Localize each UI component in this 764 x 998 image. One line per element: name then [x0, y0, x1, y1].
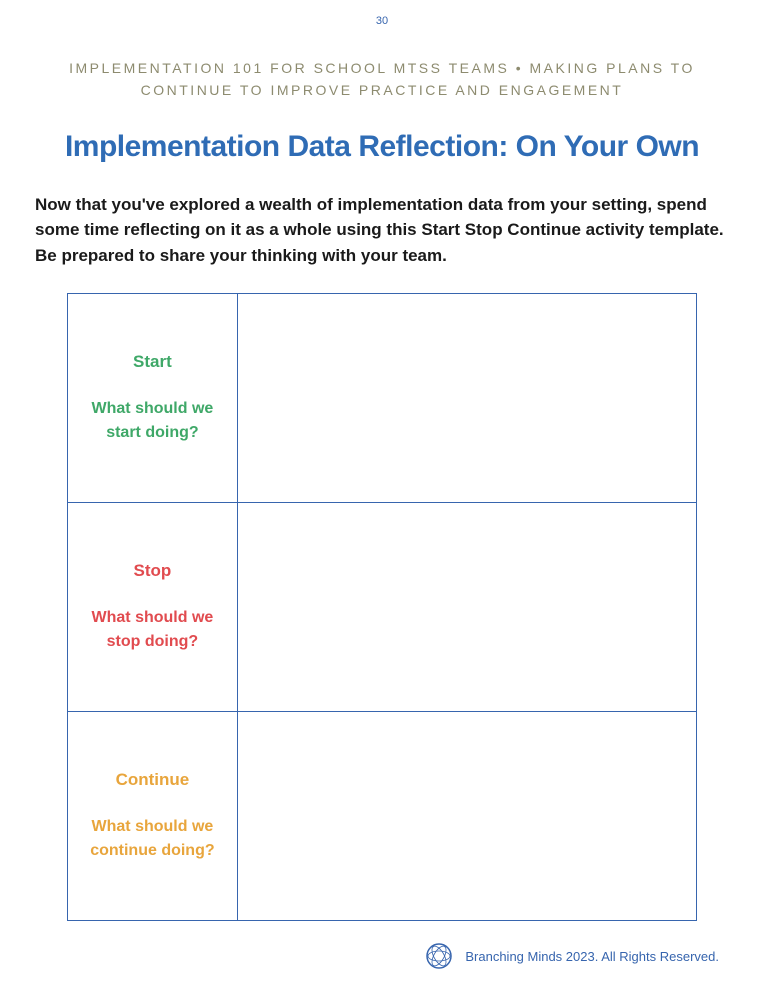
- header-label: IMPLEMENTATION 101 FOR SCHOOL MTSS TEAMS…: [35, 57, 729, 102]
- main-title: Implementation Data Reflection: On Your …: [35, 130, 729, 164]
- start-label-cell: Start What should we start doing?: [68, 294, 238, 503]
- stop-label: Stop: [78, 561, 227, 581]
- footer: Branching Minds 2023. All Rights Reserve…: [425, 942, 719, 970]
- footer-text: Branching Minds 2023. All Rights Reserve…: [465, 949, 719, 964]
- activity-table: Start What should we start doing? Stop W…: [67, 293, 697, 921]
- table-row-continue: Continue What should we continue doing?: [68, 712, 697, 921]
- intro-text: Now that you've explored a wealth of imp…: [35, 192, 729, 269]
- start-question: What should we start doing?: [78, 397, 227, 445]
- table-row-start: Start What should we start doing?: [68, 294, 697, 503]
- start-content-cell: [237, 294, 696, 503]
- page-number: 30: [35, 15, 729, 27]
- branching-minds-logo-icon: [425, 942, 453, 970]
- continue-label-cell: Continue What should we continue doing?: [68, 712, 238, 921]
- continue-label: Continue: [78, 770, 227, 790]
- continue-content-cell: [237, 712, 696, 921]
- stop-content-cell: [237, 503, 696, 712]
- continue-question: What should we continue doing?: [78, 815, 227, 863]
- stop-question: What should we stop doing?: [78, 606, 227, 654]
- stop-label-cell: Stop What should we stop doing?: [68, 503, 238, 712]
- start-label: Start: [78, 352, 227, 372]
- table-row-stop: Stop What should we stop doing?: [68, 503, 697, 712]
